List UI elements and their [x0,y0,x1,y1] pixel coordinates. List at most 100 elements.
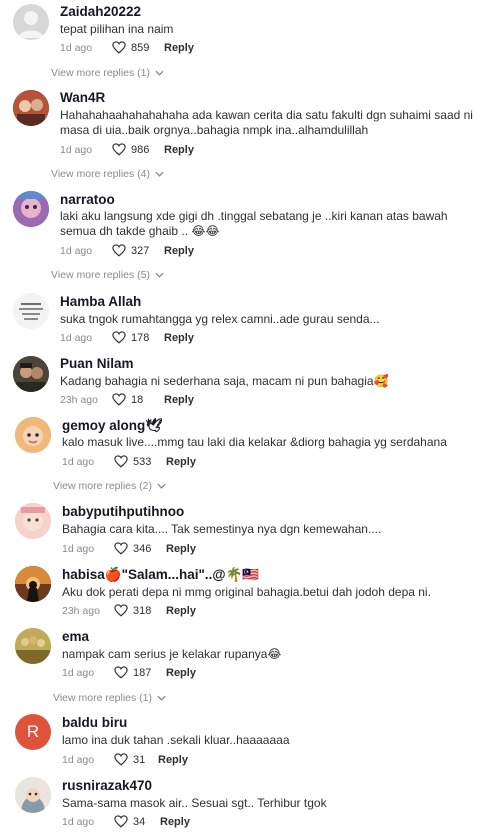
comment-meta: 23h ago 18 Reply [60,393,194,406]
user-photo-avatar[interactable] [15,628,51,664]
like-count: 859 [131,41,150,54]
comment-author[interactable]: Hamba Allah [60,294,141,309]
comment-author[interactable]: Zaidah20222 [60,4,141,19]
user-photo-avatar[interactable] [13,293,49,329]
timestamp: 23h ago [62,604,100,617]
user-photo-avatar[interactable] [15,503,51,539]
comment-author[interactable]: habisa🍎"Salam...hai"..@🌴🇲🇾 [62,567,259,583]
like-button[interactable]: 986 [112,143,164,156]
timestamp: 1d ago [62,542,95,555]
comment-author[interactable]: rusnirazak470 [62,778,152,793]
reply-button[interactable]: Reply [164,42,194,54]
reply-button[interactable]: Reply [164,245,194,257]
view-more-replies[interactable]: View more replies (4) [51,168,164,180]
comment-meta: 23h ago 318 Reply [62,604,196,617]
like-count: 327 [131,244,150,257]
comment-text: Sama-sama masok air.. Sesuai sgt.. Terhi… [62,796,327,810]
comment-author[interactable]: Puan Nilam [60,356,134,371]
like-count: 187 [133,666,152,679]
user-photo-avatar[interactable] [13,191,49,227]
timestamp: 23h ago [60,393,98,406]
view-more-replies[interactable]: View more replies (5) [51,269,164,281]
comment-author[interactable]: gemoy along🕊 [62,418,162,434]
reply-button[interactable]: Reply [164,144,194,156]
comment-text: nampak cam serius je kelakar rupanya😂 [62,647,282,661]
reply-button[interactable]: Reply [158,754,188,766]
heart-icon [112,393,126,406]
comment-meta: 1d ago 178 Reply [60,331,194,344]
user-photo-avatar[interactable] [13,90,49,126]
comment-author[interactable]: baldu biru [62,715,127,730]
like-count: 31 [133,753,146,766]
heart-icon [114,455,128,468]
letter-avatar[interactable]: R [15,714,51,750]
user-photo-avatar[interactable] [13,356,49,392]
like-button[interactable]: 318 [114,604,166,617]
timestamp: 1d ago [60,244,93,257]
like-button[interactable]: 178 [112,331,164,344]
comment-text: Kadang bahagia ni sederhana saja, macam … [60,374,389,388]
comment-author[interactable]: narratoo [60,192,115,207]
like-count: 346 [133,542,152,555]
view-more-label: View more replies (1) [53,692,153,704]
chevron-down-icon [157,483,166,489]
like-button[interactable]: 533 [114,455,166,468]
chevron-down-icon [157,695,166,701]
heart-icon [112,143,126,156]
view-more-replies[interactable]: View more replies (1) [51,67,164,79]
view-more-label: View more replies (2) [53,480,153,492]
user-photo-avatar[interactable] [15,777,51,813]
timestamp: 1d ago [62,666,95,679]
avatar-initial: R [26,722,40,741]
reply-button[interactable]: Reply [166,667,196,679]
like-count: 986 [131,143,150,156]
reply-button[interactable]: Reply [164,332,194,344]
like-count: 533 [133,455,152,468]
user-photo-avatar[interactable] [15,566,51,602]
comment-text: kalo masuk live....mmg tau laki dia kela… [62,435,447,449]
timestamp: 1d ago [60,41,93,54]
comment-text: lamo ina duk tahan .sekali kluar..haaaaa… [62,733,290,747]
heart-icon [112,331,126,344]
default-avatar-icon[interactable] [13,4,49,40]
comment-text: tepat pilihan ina naim [60,22,174,36]
view-more-replies[interactable]: View more replies (1) [53,692,166,704]
user-photo-avatar[interactable] [15,417,51,453]
chevron-down-icon [155,171,164,177]
like-count: 318 [133,604,152,617]
timestamp: 1d ago [60,143,93,156]
like-button[interactable]: 327 [112,244,164,257]
heart-icon [114,604,128,617]
view-more-label: View more replies (1) [51,67,151,79]
like-count: 178 [131,331,150,344]
comment-meta: 1d ago 533 Reply [62,455,196,468]
like-button[interactable]: 34 [114,815,160,828]
comment-meta: 1d ago 327 Reply [60,244,194,257]
timestamp: 1d ago [60,331,93,344]
heart-icon [112,41,126,54]
heart-icon [112,244,126,257]
reply-button[interactable]: Reply [166,605,196,617]
timestamp: 1d ago [62,455,95,468]
like-button[interactable]: 346 [114,542,166,555]
like-count: 34 [133,815,146,828]
reply-button[interactable]: Reply [166,543,196,555]
comment-text: Aku dok perati depa ni mmg original baha… [62,585,431,599]
comment-text: Bahagia cara kita.... Tak semestinya nya… [62,522,382,536]
reply-button[interactable]: Reply [164,394,194,406]
heart-icon [114,815,128,828]
like-button[interactable]: 187 [114,666,166,679]
reply-button[interactable]: Reply [160,816,190,828]
reply-button[interactable]: Reply [166,456,196,468]
timestamp: 1d ago [62,815,95,828]
comment-author[interactable]: babyputihputihnoo [62,504,184,519]
like-button[interactable]: 31 [114,753,158,766]
like-button[interactable]: 859 [112,41,164,54]
view-more-replies[interactable]: View more replies (2) [53,480,166,492]
view-more-label: View more replies (4) [51,168,151,180]
like-button[interactable]: 18 [112,393,164,406]
comment-author[interactable]: ema [62,629,89,644]
heart-icon [114,542,128,555]
comment-meta: 1d ago 859 Reply [60,41,194,54]
comment-author[interactable]: Wan4R [60,90,105,105]
